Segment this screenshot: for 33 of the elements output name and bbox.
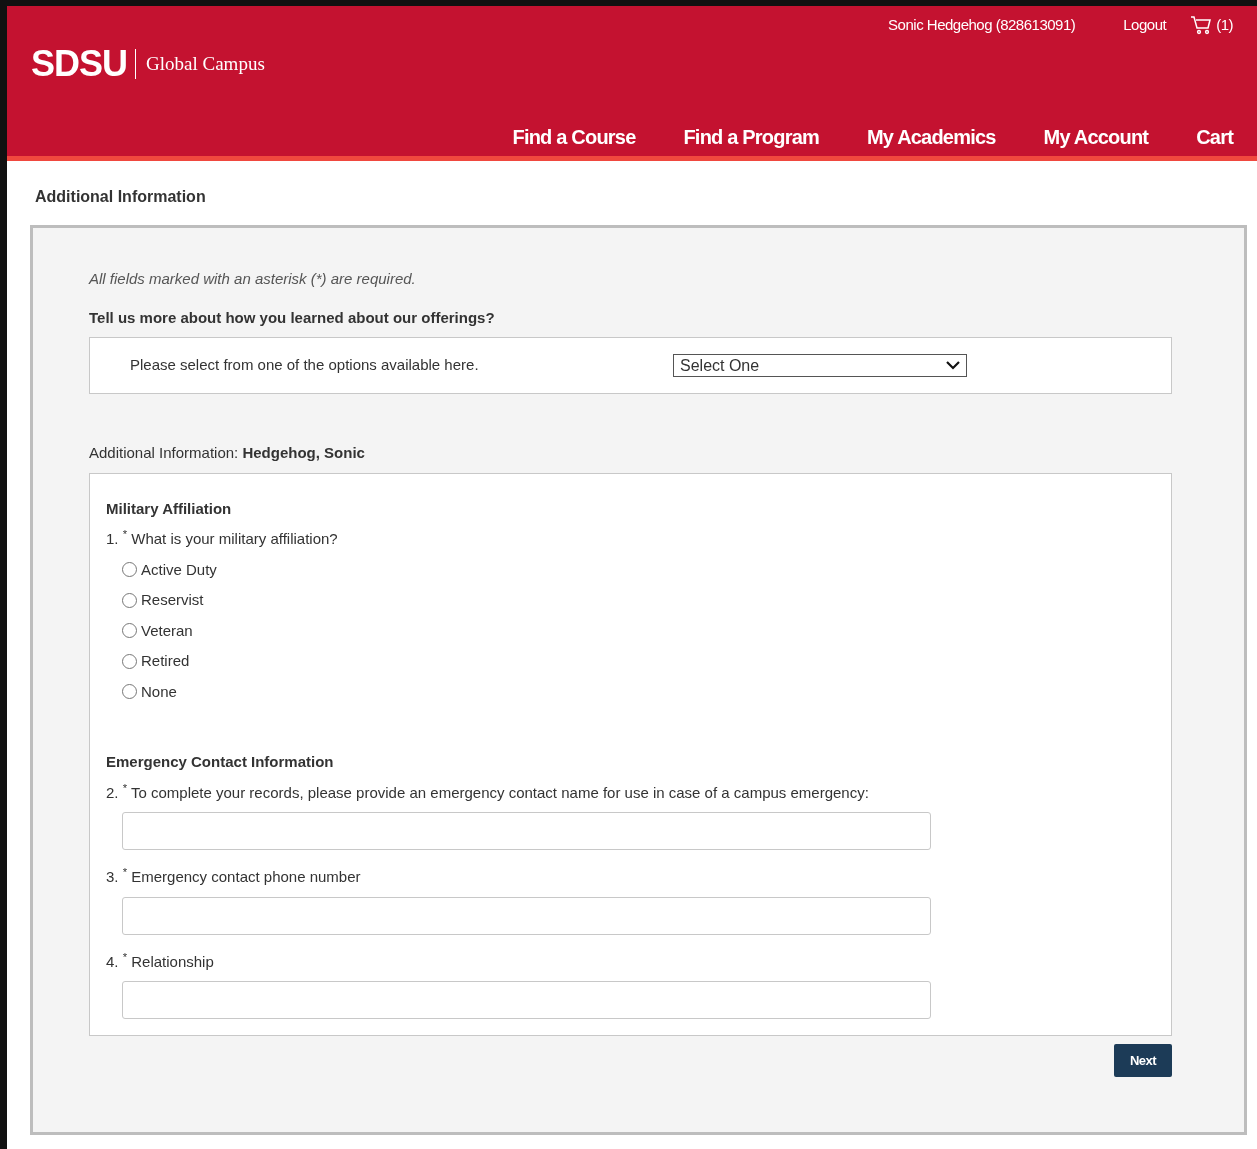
required-note: All fields marked with an asterisk (*) are required. [89,269,417,289]
text-input-field[interactable] [122,981,931,1019]
logo-text[interactable]: SDSU [31,46,128,82]
next-button[interactable]: Next [1114,1044,1172,1077]
nav-link[interactable]: Find a Course [512,122,636,152]
section-heading: Military Affiliation [106,498,233,519]
question-label: 3. $^{*}$ Emergency contact phone number [106,866,362,887]
radio-option[interactable]: Active Duty [122,558,1155,581]
question-label: 1. $^{*}$ What is your military affiliation? [106,528,339,549]
logo-subtitle: Global Campus [135,49,265,79]
nav-link[interactable]: Cart [1196,122,1233,152]
nav-link[interactable]: Find a Program [683,122,819,152]
nav-link[interactable]: My Academics [866,122,996,152]
question-heading: Tell us more about how you learned about our offerings? [89,307,496,328]
person-label: Additional Information: Hedgehog, Sonic [89,443,366,463]
radio-option[interactable]: Veteran [122,619,1155,642]
question-label: 2. $^{*}$ To complete your records, please provide an emergency contact name for use in case of a campus emergency: [106,781,870,803]
page-title: Additional Information [34,187,207,207]
text-input-field[interactable] [122,812,931,850]
source-dropdown[interactable]: Select One [673,354,967,377]
cart-icon [1190,15,1213,36]
radio-option[interactable]: Retired [122,650,1155,673]
user-link[interactable]: Sonic Hedgehog (828613091) [888,14,1076,37]
question-label: 4. $^{*}$ Relationship [106,950,215,972]
radio-option[interactable]: Reservist [122,589,1155,612]
cart-count-link[interactable]: (1) [1190,14,1233,37]
section-heading: Emergency Contact Information [106,752,335,772]
chevron-down-icon [946,361,960,370]
select-prompt: Please select from one of the options available here. [130,355,480,376]
radio-option[interactable]: None [122,680,1155,703]
text-input-field[interactable] [122,896,931,935]
logout-link[interactable]: Logout [1123,14,1167,37]
nav-link[interactable]: My Account [1043,122,1149,152]
